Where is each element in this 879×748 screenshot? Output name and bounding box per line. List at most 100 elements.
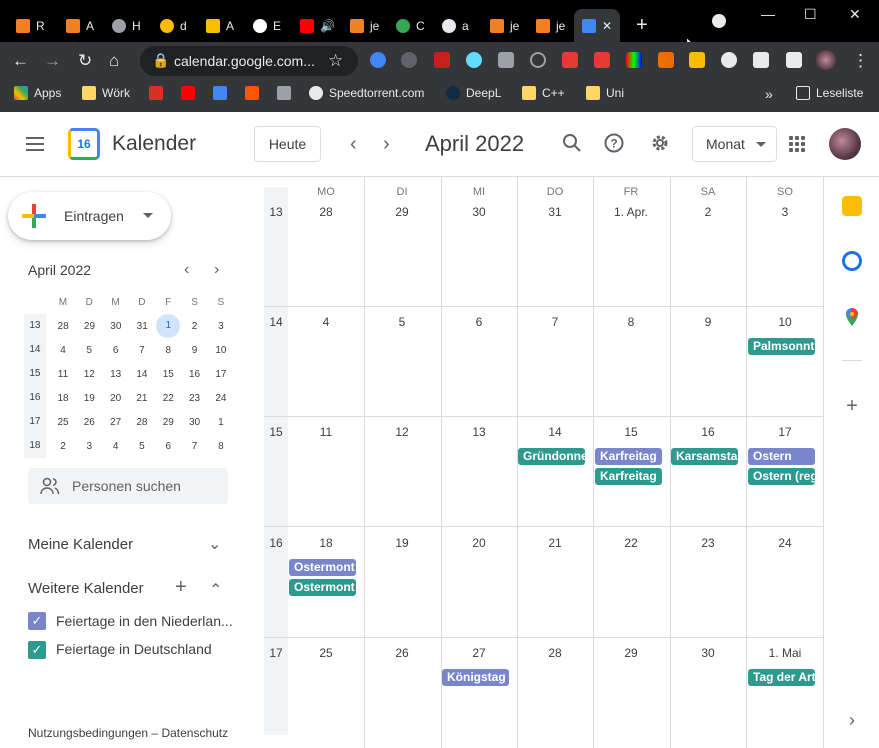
event-chip[interactable]: Karsamsta [671,448,738,465]
day-number[interactable]: 7 [520,315,590,329]
mini-day[interactable]: 17 [208,369,234,380]
maximize-icon[interactable]: ☐ [804,6,817,23]
week-number[interactable]: 15 [264,425,288,439]
browser-tab-active[interactable]: ✕ [574,9,620,42]
mini-day[interactable]: 16 [181,369,207,380]
mini-day[interactable]: 21 [129,393,155,404]
mini-day[interactable]: 2 [50,441,76,452]
chevron-left-icon[interactable]: ‹ [350,133,357,156]
day-number[interactable]: 14 [520,425,590,439]
mini-day[interactable]: 4 [50,345,76,356]
extension-icon[interactable] [658,52,674,68]
mini-day[interactable]: 25 [50,417,76,428]
search-icon[interactable] [562,133,582,159]
mini-day[interactable]: 13 [102,369,128,380]
week-number[interactable]: 16 [264,536,288,550]
day-number[interactable]: 12 [367,425,437,439]
day-number[interactable]: 19 [367,536,437,550]
my-calendars-heading[interactable]: Meine Kalender [28,536,133,553]
bookmark-item[interactable] [181,86,195,100]
extension-icon[interactable] [370,52,386,68]
timer-icon[interactable] [530,52,546,68]
mini-day[interactable]: 1 [156,314,181,338]
create-event-button[interactable]: Eintragen [8,192,171,240]
day-number[interactable]: 22 [596,536,666,550]
day-number[interactable]: 28 [520,646,590,660]
add-calendar-icon[interactable]: + [175,576,187,599]
mini-day[interactable]: 10 [208,345,234,356]
other-calendars-heading[interactable]: Weitere Kalender [28,580,144,597]
chevron-down-icon[interactable]: ⌄ [208,534,221,554]
day-number[interactable]: 11 [291,425,361,439]
mini-day[interactable]: 8 [208,441,234,452]
day-number[interactable]: 23 [673,536,743,550]
mini-day[interactable]: 6 [102,345,128,356]
browser-tab[interactable]: A [198,9,234,42]
more-bookmarks-button[interactable]: » [765,86,773,102]
browser-tab[interactable]: E [245,9,281,42]
bookmark-item[interactable] [245,86,259,100]
bookmark-apps[interactable]: Apps [14,86,61,100]
event-chip[interactable]: Ostern [748,448,815,465]
url-field[interactable]: 🔒 calendar.google.com... [140,46,358,76]
extension-icon[interactable] [689,52,705,68]
add-addon-icon[interactable]: + [842,396,862,416]
minimize-icon[interactable]: — [761,6,775,22]
browser-tab[interactable]: R [8,9,45,42]
event-chip[interactable]: Tag der Art [748,669,815,686]
mini-week-number[interactable]: 16 [24,386,46,410]
menu-dots-icon[interactable]: ⋮ [852,51,869,71]
browser-tab[interactable]: je [528,9,565,42]
footer-links[interactable]: Nutzungsbedingungen – Datenschutz [28,726,228,740]
mini-day[interactable]: 31 [129,321,155,332]
browser-tab[interactable]: je [342,9,379,42]
mini-day[interactable]: 22 [155,393,181,404]
bookmark-folder[interactable]: Wörk [82,86,130,100]
mini-day[interactable]: 15 [155,369,181,380]
today-button[interactable]: Heute [254,126,321,162]
day-number[interactable]: 21 [520,536,590,550]
day-number[interactable]: 30 [673,646,743,660]
mini-day[interactable]: 20 [102,393,128,404]
google-apps-icon[interactable] [789,136,805,152]
extension-icon[interactable] [594,52,610,68]
mini-day[interactable]: 1 [208,417,234,428]
mini-week-number[interactable]: 15 [24,362,46,386]
media-icon[interactable] [786,52,802,68]
extension-icon[interactable] [401,52,417,68]
ublock-icon[interactable] [434,52,450,68]
mini-day[interactable]: 9 [181,345,207,356]
bookmark-folder[interactable]: Uni [586,86,624,100]
day-number[interactable]: 28 [291,205,361,219]
chevron-right-icon[interactable]: › [383,133,390,156]
day-number[interactable]: 29 [367,205,437,219]
mini-week-number[interactable]: 17 [24,410,46,434]
mini-day[interactable]: 26 [76,417,102,428]
mini-day[interactable]: 30 [181,417,207,428]
day-number[interactable]: 5 [367,315,437,329]
day-number[interactable]: 29 [596,646,666,660]
mini-day[interactable]: 28 [129,417,155,428]
mini-day[interactable]: 6 [155,441,181,452]
mini-prev-icon[interactable]: ‹ [184,261,189,279]
view-selector[interactable]: Monat [692,126,777,162]
mini-day[interactable]: 7 [181,441,207,452]
day-number[interactable]: 13 [444,425,514,439]
week-number[interactable]: 17 [264,646,288,660]
chevron-up-icon[interactable]: ⌃ [209,580,222,600]
day-number[interactable]: 26 [367,646,437,660]
day-number[interactable]: 18 [291,536,361,550]
mini-day[interactable]: 3 [208,321,234,332]
mini-day[interactable]: 18 [50,393,76,404]
tasks-icon[interactable] [842,251,862,271]
day-number[interactable]: 15 [596,425,666,439]
day-number[interactable]: 10 [750,315,820,329]
browser-tab[interactable]: C [388,9,425,42]
day-number[interactable]: 8 [596,315,666,329]
mini-day[interactable]: 19 [76,393,102,404]
event-chip[interactable]: Königstag [442,669,509,686]
week-number[interactable]: 13 [264,205,288,219]
extension-icon[interactable] [498,52,514,68]
reading-list-button[interactable]: Leseliste [796,86,863,100]
bookmark-item[interactable] [213,86,227,100]
